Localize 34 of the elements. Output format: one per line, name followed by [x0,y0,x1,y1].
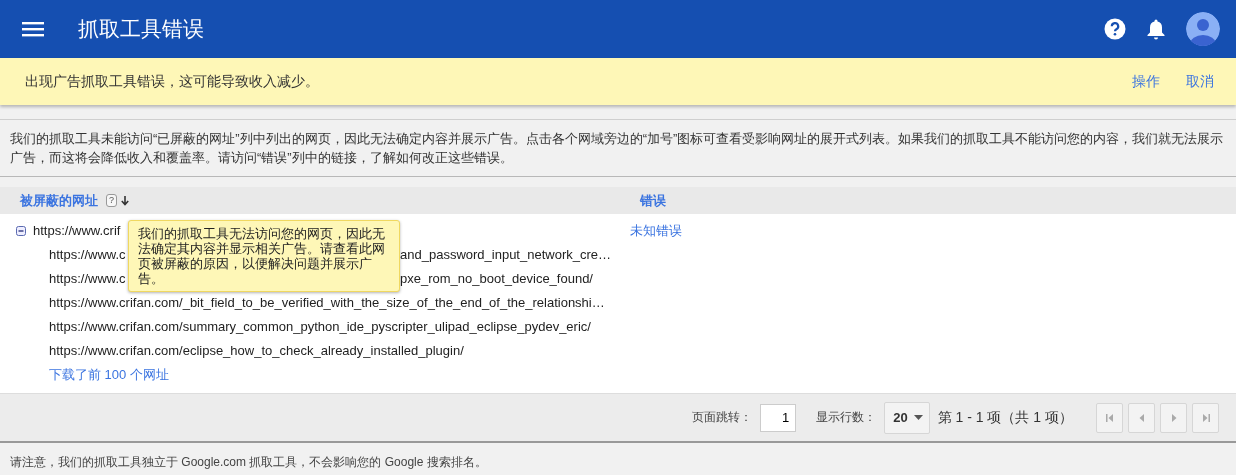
url-text: https://www.crifan.com/_bit_field_to_be_verified_with_the_size_of_the_end_of_the_relationshi… [49,295,605,311]
url-text: https://www.crifan.com/eclipse_how_to_check_already_installed_plugin/ [49,343,464,359]
rows-per-page-dropdown[interactable]: 20 [884,401,930,434]
download-link[interactable]: 下载了前 100 个网址 [49,366,169,384]
column-header[interactable]: 被屏蔽的网址 [20,191,98,210]
column-header[interactable]: 错误 [640,193,666,208]
banner-action-link[interactable]: 取消 [1186,72,1214,91]
last-page-icon [1200,412,1211,423]
page-range-text: 第 1 - 1 项（共 1 项） [937,408,1073,427]
collapse-icon[interactable] [16,226,26,236]
url-text: https://www.c [49,247,126,262]
tooltip: 我们的抓取工具无法访问您的网页，因此无法确定其内容并显示相关广告。请查看此网页被屏蔽的原因，以便解决问题并展示广告。 [128,220,400,292]
menu-icon[interactable] [22,21,44,37]
help-icon[interactable]: ? [106,194,117,207]
url-text: and_password_input_network_cre… [400,247,611,263]
account-avatar[interactable] [1186,12,1220,46]
first-page-icon [1104,412,1115,423]
description-text: 我们的抓取工具未能访问“已屏蔽的网址”列中列出的网页，因此无法确定内容并展示广告。点击各个网域旁边的“加号”图标可查看受影响网址的展开式列表。如果我们的抓取工具不能访问您的内容，我们就无法展示广告，而这将会降低收入和覆盖率。请访问“错误”列中的链接，了解如何改正这些错误。 [10,130,1225,167]
notification-bell-icon[interactable] [1146,18,1166,40]
page-title: 抓取工具错误 [78,16,205,42]
footer-note: 请注意，我们的抓取工具独立于 Google.com 抓取工具，不会影响您的 Google 搜索排名。 [10,455,487,469]
url-text: https://www.crif [33,223,121,239]
warning-message: 出现广告抓取工具错误，这可能导致收入减少。 [25,72,320,91]
help-icon[interactable] [1104,18,1126,40]
banner-action-link[interactable]: 操作 [1132,72,1160,91]
rows-per-page-label: 显示行数： [816,409,877,426]
page-number-field[interactable]: 1 [760,403,797,432]
url-text: https://www.crifan.com/summary_common_python_ide_pyscripter_ulipad_eclipse_pydev_eric/ [49,319,591,335]
url-text: https://www.c [49,271,126,286]
caret-icon [913,415,923,420]
error-link[interactable]: 未知错误 [630,222,682,240]
sort-arrow-icon[interactable] [121,195,129,206]
url-text: pxe_rom_no_boot_device_found/ [400,271,593,287]
page-jump-label: 页面跳转： [692,409,753,426]
